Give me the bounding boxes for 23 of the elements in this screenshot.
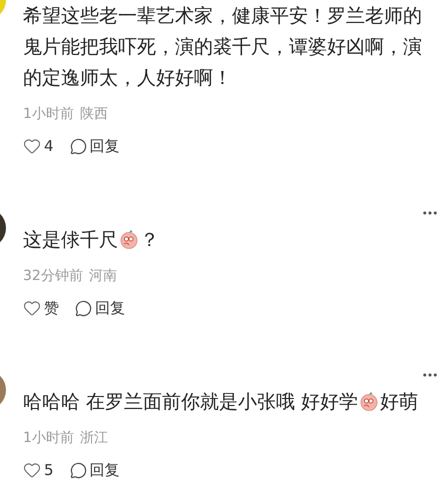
reply-button[interactable]: 回复: [70, 134, 120, 158]
like-button[interactable]: 4: [23, 134, 54, 158]
comment-location: 河南: [88, 267, 117, 286]
heart-icon: [23, 299, 41, 317]
comment-text: 这是俅千尺 ？: [23, 228, 160, 253]
comment-text: 希望这些老一辈艺术家，健康平安！罗兰老师的鬼片能把我吓死，演的裘千尺，谭婆好凶啊，演的定逸师太，人好好啊！: [23, 4, 423, 91]
comment-location: 陕西: [80, 105, 108, 124]
comment-text: 哈哈哈 在罗兰面前你就是小张哦 好好学 好萌: [23, 390, 420, 415]
heart-icon: [23, 461, 41, 479]
comment-time: 1小时前: [23, 105, 74, 124]
reply-button[interactable]: 回复: [70, 458, 120, 482]
like-button[interactable]: 5: [23, 458, 54, 482]
heart-icon: [23, 137, 41, 155]
comment-time: 32分钟前: [23, 267, 83, 286]
reply-button[interactable]: 回复: [75, 296, 125, 320]
comment-icon: [70, 138, 87, 154]
comment-icon: [70, 462, 87, 478]
comment-icon: [75, 300, 92, 316]
comment-time: 1小时前: [23, 429, 74, 448]
peach-emoji-icon: [119, 229, 139, 249]
comment-location: 浙江: [80, 429, 108, 448]
peach-emoji-icon: [359, 391, 380, 411]
like-button[interactable]: 赞: [23, 296, 59, 320]
